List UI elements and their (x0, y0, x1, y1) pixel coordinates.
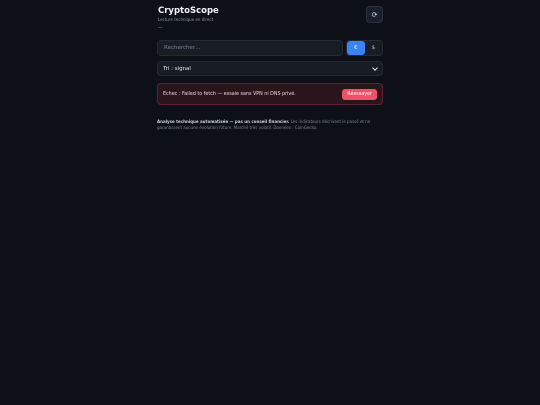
error-message: Echec : Failed to fetch — essaie sans VP… (163, 91, 296, 97)
app-subtitle: Lecture technique en direct (158, 17, 214, 22)
chevron-down-icon (372, 64, 378, 71)
disclaimer-bold: Analyse technique automatisée — pas un c… (157, 119, 290, 124)
sort-select[interactable]: Tri : signal (157, 61, 383, 76)
header: CryptoScope Lecture technique en direct … (157, 6, 383, 36)
retry-button[interactable]: Réessayer (342, 88, 377, 100)
sort-label: Tri : signal (163, 65, 191, 72)
search-input[interactable] (157, 40, 343, 56)
disclaimer: Analyse technique automatisée — pas un c… (157, 119, 383, 131)
app-title: CryptoScope (158, 6, 219, 16)
currency-toggle: € $ (346, 40, 383, 56)
refresh-icon: ⟳ (371, 10, 378, 19)
error-banner: Echec : Failed to fetch — essaie sans VP… (157, 83, 383, 105)
currency-usd-button[interactable]: $ (365, 41, 383, 55)
refresh-button[interactable]: ⟳ (366, 6, 383, 23)
currency-eur-button[interactable]: € (347, 41, 365, 55)
status-text: — (158, 25, 163, 31)
